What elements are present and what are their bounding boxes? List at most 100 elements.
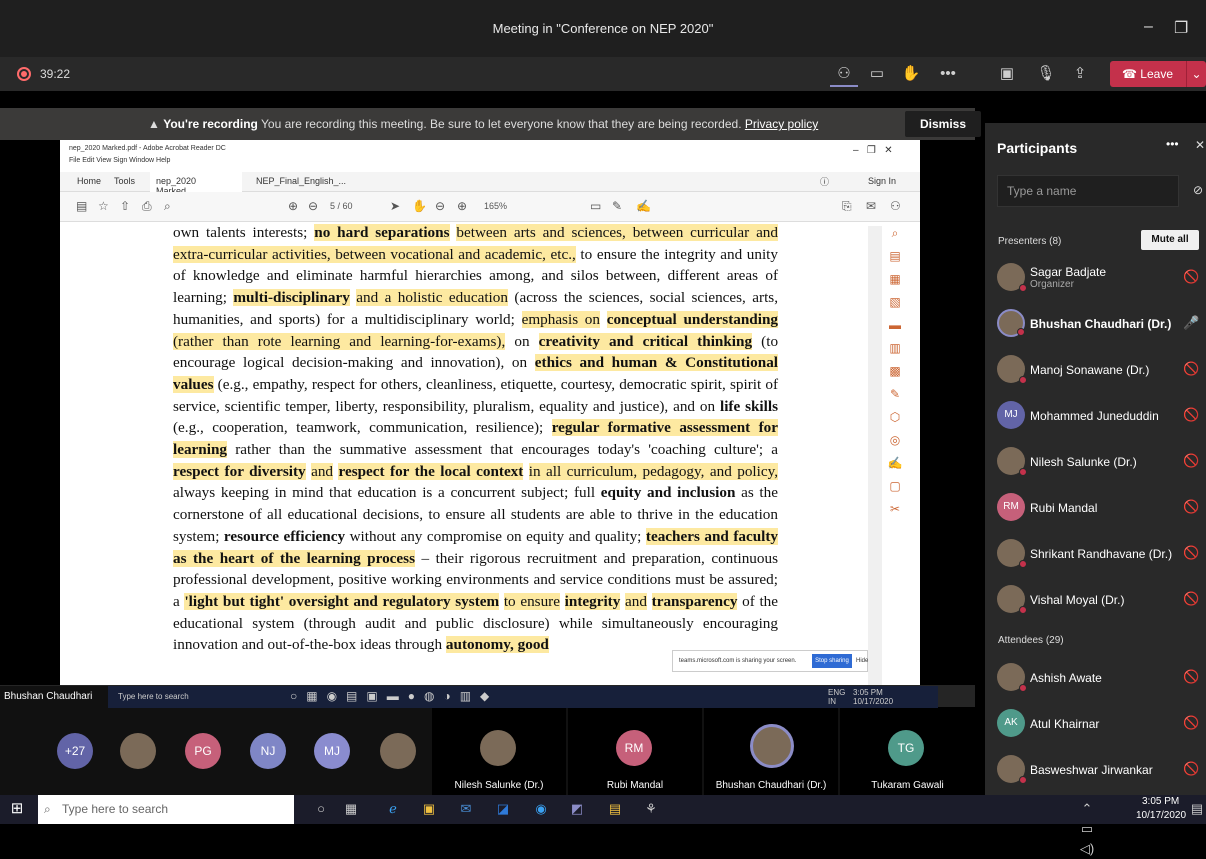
hide-button[interactable]: Hide bbox=[856, 651, 868, 671]
participant-row[interactable]: Ashish Awate 🚫 bbox=[997, 659, 1206, 697]
teams-icon[interactable]: ◩ bbox=[566, 799, 588, 819]
optimize-icon[interactable]: ◎ bbox=[882, 433, 908, 456]
copy-link-icon[interactable]: ⊘ bbox=[1193, 183, 1203, 197]
raise-hand-icon[interactable]: ✋ bbox=[897, 61, 925, 87]
page-counter[interactable]: 5 / 60 bbox=[330, 201, 353, 211]
participant-avatar[interactable]: MJ bbox=[314, 733, 350, 769]
send-icon[interactable]: ▢ bbox=[882, 479, 908, 502]
tab-tools[interactable]: Tools bbox=[114, 176, 135, 186]
zoom-in-icon[interactable]: ⊕ bbox=[457, 199, 467, 213]
help-icon[interactable]: ⓘ bbox=[820, 175, 829, 188]
tab-home[interactable]: Home bbox=[77, 176, 101, 186]
pen-icon[interactable]: ✎ bbox=[612, 199, 622, 213]
video-tile[interactable]: RM Rubi Mandal bbox=[568, 708, 702, 795]
more-tools-icon[interactable]: ✂ bbox=[882, 502, 908, 525]
participant-row[interactable]: MJ Mohammed Juneduddin 🚫 bbox=[997, 397, 1206, 435]
zoom-icon[interactable]: ⌕ bbox=[882, 226, 908, 249]
participant-search-input[interactable]: Type a name bbox=[997, 175, 1179, 207]
zoom-level[interactable]: 165% bbox=[484, 201, 507, 211]
edge-icon[interactable]: ℯ bbox=[382, 799, 404, 819]
more-options-icon[interactable]: ••• bbox=[1166, 137, 1179, 151]
participant-avatar[interactable]: PG bbox=[185, 733, 221, 769]
outlook-icon[interactable]: ◪ bbox=[492, 799, 514, 819]
comment-tool-icon[interactable]: ▬ bbox=[882, 318, 908, 341]
organize-icon[interactable]: ▩ bbox=[882, 364, 908, 387]
warning-icon: ▲ bbox=[148, 117, 160, 131]
upload-icon[interactable]: ⇧ bbox=[120, 199, 130, 213]
mic-off-icon[interactable]: 🎙 bbox=[1032, 61, 1060, 87]
select-tool-icon[interactable]: ➤ bbox=[390, 199, 400, 213]
participant-row[interactable]: Shrikant Randhavane (Dr.) 🚫 bbox=[997, 535, 1206, 573]
shared-taskbar: Type here to search ○▦◉▤▣▬●◍◑▥◆ ENG IN 3… bbox=[108, 686, 938, 708]
chat-icon[interactable]: ▭ bbox=[863, 61, 891, 87]
bookmark-icon[interactable]: ☆ bbox=[98, 199, 109, 213]
participant-avatar[interactable] bbox=[120, 733, 156, 769]
task-view-icon[interactable]: ▦ bbox=[340, 799, 362, 819]
mail-app-icon[interactable]: ✉ bbox=[455, 799, 477, 819]
participant-row[interactable]: Sagar Badjate Organizer 🚫 bbox=[997, 259, 1206, 297]
combine-icon[interactable]: ▥ bbox=[882, 341, 908, 364]
close-icon[interactable]: ✕ bbox=[1195, 138, 1205, 152]
participant-avatar[interactable] bbox=[380, 733, 416, 769]
page-up-icon[interactable]: ⊕ bbox=[288, 199, 298, 213]
acrobat-window-controls[interactable]: – ❐ ✕ bbox=[853, 145, 893, 156]
video-tile[interactable]: Bhushan Chaudhari (Dr.) bbox=[704, 708, 838, 795]
video-tile[interactable]: TG Tukaram Gawali bbox=[840, 708, 975, 795]
camera-off-icon[interactable]: ▣ bbox=[993, 61, 1021, 87]
edit-pdf-icon[interactable]: ▧ bbox=[882, 295, 908, 318]
participant-row[interactable]: Basweshwar Jirwankar 🚫 bbox=[997, 751, 1206, 789]
sharing-text: teams.microsoft.com is sharing your scre… bbox=[679, 658, 797, 664]
participant-avatar[interactable]: NJ bbox=[250, 733, 286, 769]
page-down-icon[interactable]: ⊖ bbox=[308, 199, 318, 213]
comment-icon[interactable]: ▭ bbox=[590, 199, 601, 213]
mute-all-button[interactable]: Mute all bbox=[1141, 230, 1199, 250]
chrome-icon[interactable]: ◉ bbox=[530, 799, 552, 819]
participant-row[interactable]: Bhushan Chaudhari (Dr.) 🎤 bbox=[997, 305, 1206, 343]
leave-button[interactable]: ☎ Leave ⌄ bbox=[1110, 61, 1206, 87]
share-screen-icon[interactable]: ⇪ bbox=[1066, 61, 1094, 87]
user-icon[interactable]: ⚇ bbox=[890, 199, 901, 213]
minimize-icon[interactable]: – bbox=[1144, 18, 1153, 36]
zoom-out-icon[interactable]: ⊖ bbox=[435, 199, 445, 213]
acrobat-menu[interactable]: File Edit View Sign Window Help bbox=[69, 157, 170, 164]
print-icon[interactable]: ⎙ bbox=[142, 199, 152, 214]
participant-row[interactable]: AK Atul Khairnar 🚫 bbox=[997, 705, 1206, 743]
dismiss-button[interactable]: Dismiss bbox=[905, 111, 981, 137]
tab-document-1[interactable]: nep_2020 Marked... bbox=[150, 172, 242, 196]
notifications-icon[interactable]: ▤ bbox=[1186, 799, 1206, 819]
sign-tool-icon[interactable]: ✍ bbox=[882, 456, 908, 479]
export-pdf-icon[interactable]: ▤ bbox=[882, 249, 908, 272]
create-pdf-icon[interactable]: ▦ bbox=[882, 272, 908, 295]
participant-row[interactable]: RM Rubi Mandal 🚫 bbox=[997, 489, 1206, 527]
sign-in-link[interactable]: Sign In bbox=[868, 176, 896, 186]
app-icon[interactable]: ⚘ bbox=[640, 799, 662, 819]
hand-tool-icon[interactable]: ✋ bbox=[412, 199, 427, 213]
taskbar-search-input[interactable]: ⌕ Type here to search bbox=[38, 795, 294, 824]
participant-row[interactable]: Vishal Moyal (Dr.) 🚫 bbox=[997, 581, 1206, 619]
tray-icons[interactable]: ⌃ ▭ ◁) bbox=[1076, 799, 1098, 856]
protect-icon[interactable]: ⬡ bbox=[882, 410, 908, 433]
share-icon[interactable]: ⎘ bbox=[842, 199, 852, 214]
privacy-policy-link[interactable]: Privacy policy bbox=[745, 117, 818, 131]
sign-icon[interactable]: ✍ bbox=[636, 199, 651, 213]
inner-date: 10/17/2020 bbox=[853, 697, 894, 706]
save-icon[interactable]: ▤ bbox=[76, 199, 87, 213]
restore-icon[interactable]: ❐ bbox=[1174, 18, 1188, 38]
participant-row[interactable]: Nilesh Salunke (Dr.) 🚫 bbox=[997, 443, 1206, 481]
store-icon[interactable]: ▣ bbox=[418, 799, 440, 819]
fill-sign-icon[interactable]: ✎ bbox=[882, 387, 908, 410]
more-actions-icon[interactable]: ••• bbox=[934, 61, 962, 87]
mail-icon[interactable]: ✉ bbox=[866, 199, 876, 213]
more-participants-badge[interactable]: +27 bbox=[57, 733, 93, 769]
stop-sharing-button[interactable]: Stop sharing bbox=[812, 654, 852, 668]
windows-start-icon[interactable]: ⊞ bbox=[6, 799, 28, 819]
zoom-search-icon[interactable]: ⌕ bbox=[164, 199, 171, 214]
tab-document-2[interactable]: NEP_Final_English_... bbox=[256, 176, 346, 186]
cortana-icon[interactable]: ○ bbox=[310, 799, 332, 819]
file-explorer-icon[interactable]: ▤ bbox=[604, 799, 626, 819]
chevron-down-icon[interactable]: ⌄ bbox=[1186, 61, 1206, 87]
pdf-scrollbar[interactable] bbox=[868, 226, 882, 685]
video-tile[interactable]: Nilesh Salunke (Dr.) bbox=[432, 708, 566, 795]
participants-icon[interactable]: ⚇ bbox=[830, 61, 858, 87]
participant-row[interactable]: Manoj Sonawane (Dr.) 🚫 bbox=[997, 351, 1206, 389]
